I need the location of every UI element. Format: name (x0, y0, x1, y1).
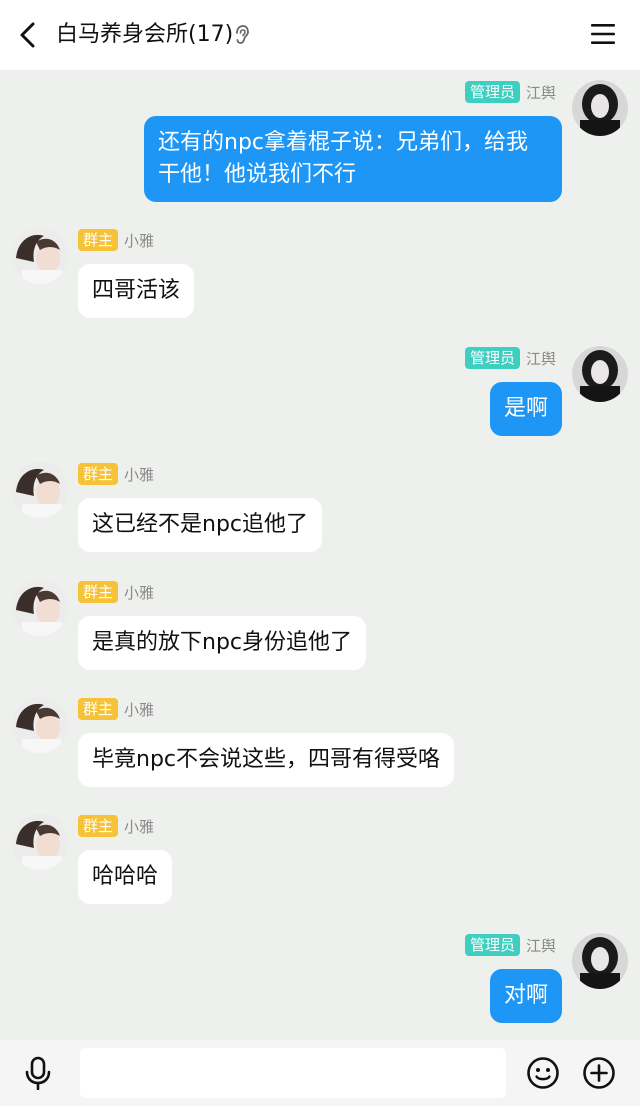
sender-name[interactable]: 小雅 (124, 816, 154, 837)
avatar[interactable] (572, 933, 628, 989)
role-badge: 管理员 (464, 934, 520, 956)
message-bubble[interactable]: 是真的放下npc身份追他了 (78, 616, 367, 670)
chat-title: 白马养身会所(17) (56, 22, 234, 47)
menu-icon[interactable] (590, 22, 616, 46)
sender-name[interactable]: 江舆 (526, 82, 556, 103)
message-bubble[interactable]: 毕竟npc不会说这些，四哥有得受咯 (78, 733, 455, 787)
message-meta: 管理员 江舆 (464, 934, 556, 956)
role-badge: 管理员 (464, 81, 520, 103)
plus-icon[interactable] (582, 1056, 616, 1090)
message-meta: 群主 小雅 (78, 229, 154, 251)
composer-bar (0, 1040, 640, 1106)
message-bubble[interactable]: 哈哈哈 (78, 850, 173, 904)
message-meta: 管理员 江舆 (464, 347, 556, 369)
avatar[interactable] (12, 814, 68, 870)
ear-icon (236, 25, 249, 44)
avatar[interactable] (12, 462, 68, 518)
avatar[interactable] (12, 697, 68, 753)
message-bubble[interactable]: 是啊 (489, 382, 562, 436)
role-badge: 群主 (78, 463, 119, 485)
role-badge: 群主 (78, 229, 119, 251)
sender-name[interactable]: 江舆 (526, 935, 556, 956)
sender-name[interactable]: 小雅 (124, 464, 154, 485)
role-badge: 群主 (78, 581, 119, 603)
top-bar: 白马养身会所(17) (0, 0, 640, 70)
message-meta: 群主 小雅 (78, 463, 154, 485)
chevron-left-icon[interactable] (14, 20, 44, 50)
avatar[interactable] (572, 80, 628, 136)
sender-name[interactable]: 小雅 (124, 582, 154, 603)
role-badge: 群主 (78, 698, 119, 720)
message-bubble[interactable]: 四哥活该 (78, 264, 195, 318)
message-meta: 群主 小雅 (78, 698, 154, 720)
message-bubble[interactable]: 这已经不是npc追他了 (78, 498, 323, 552)
message-meta: 群主 小雅 (78, 815, 154, 837)
emoji-icon[interactable] (526, 1056, 560, 1090)
role-badge: 管理员 (464, 347, 520, 369)
sender-name[interactable]: 小雅 (124, 230, 154, 251)
message-meta: 群主 小雅 (78, 581, 154, 603)
avatar[interactable] (12, 580, 68, 636)
sender-name[interactable]: 江舆 (526, 348, 556, 369)
avatar[interactable] (12, 228, 68, 284)
avatar[interactable] (572, 346, 628, 402)
microphone-icon[interactable] (22, 1056, 54, 1090)
message-list[interactable]: 管理员 江舆 还有的npc拿着棍子说：兄弟们，给我干他！他说我们不行 群主 小雅… (0, 70, 640, 1040)
sender-name[interactable]: 小雅 (124, 699, 154, 720)
role-badge: 群主 (78, 815, 119, 837)
message-bubble[interactable]: 还有的npc拿着棍子说：兄弟们，给我干他！他说我们不行 (144, 116, 562, 202)
message-input[interactable] (80, 1048, 506, 1098)
message-meta: 管理员 江舆 (464, 81, 556, 103)
message-bubble[interactable]: 对啊 (489, 969, 562, 1023)
